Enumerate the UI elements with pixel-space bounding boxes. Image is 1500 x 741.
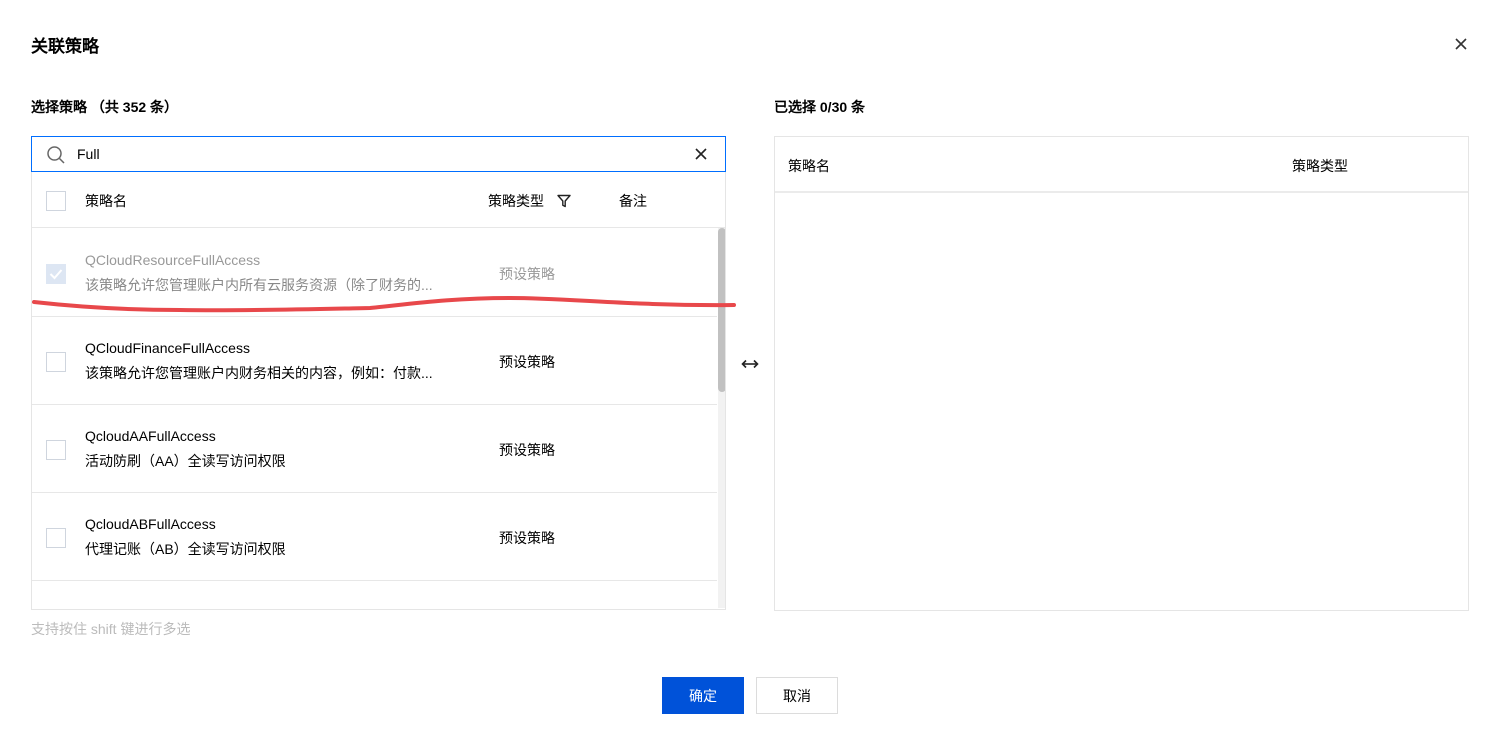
selected-table-header: 策略名 策略类型 bbox=[775, 137, 1468, 193]
swap-arrows-icon bbox=[740, 357, 760, 371]
selected-panel: 策略名 策略类型 bbox=[774, 136, 1469, 611]
policy-type: 预设策略 bbox=[499, 266, 555, 282]
policy-type: 预设策略 bbox=[499, 442, 555, 458]
policy-type: 预设策略 bbox=[499, 354, 555, 370]
search-icon bbox=[46, 145, 66, 165]
table-row[interactable]: QCloudFinanceFullAccess 该策略允许您管理账户内财务相关的… bbox=[32, 317, 717, 405]
clear-search-icon[interactable] bbox=[692, 145, 710, 163]
table-row: QCloudResourceFullAccess 该策略允许您管理账户内所有云服… bbox=[32, 229, 717, 317]
cancel-button[interactable]: 取消 bbox=[756, 677, 838, 714]
column-header-name: 策略名 bbox=[85, 193, 127, 209]
column-header-remark: 备注 bbox=[619, 193, 647, 209]
policy-name: QCloudResourceFullAccess bbox=[85, 252, 261, 268]
table-row[interactable]: QcloudABFullAccess 代理记账（AB）全读写访问权限 预设策略 bbox=[32, 493, 717, 581]
close-icon[interactable] bbox=[1450, 33, 1472, 55]
policy-name: QCloudFinanceFullAccess bbox=[85, 340, 250, 356]
right-panel-title: 已选择 0/30 条 bbox=[774, 99, 866, 115]
policy-type: 预设策略 bbox=[499, 530, 555, 546]
table-header: 策略名 策略类型 备注 bbox=[32, 172, 725, 228]
policy-name: QcloudAAFullAccess bbox=[85, 428, 216, 444]
multi-select-hint: 支持按住 shift 键进行多选 bbox=[31, 621, 191, 637]
scrollbar-thumb[interactable] bbox=[718, 228, 725, 392]
policy-description: 代理记账（AB）全读写访问权限 bbox=[85, 541, 286, 557]
row-checkbox[interactable] bbox=[46, 352, 66, 372]
row-checkbox[interactable] bbox=[46, 528, 66, 548]
selected-column-name: 策略名 bbox=[788, 158, 830, 174]
left-panel-title: 选择策略 （共 352 条） bbox=[31, 99, 179, 115]
row-checkbox bbox=[46, 264, 66, 284]
policy-list-panel: 策略名 策略类型 备注 QCloudResourceFullAccess 该策略… bbox=[31, 172, 726, 610]
column-header-type: 策略类型 bbox=[488, 193, 544, 209]
policy-description: 该策略允许您管理账户内所有云服务资源（除了财务的... bbox=[85, 277, 433, 293]
selected-column-type: 策略类型 bbox=[1292, 158, 1348, 174]
confirm-button[interactable]: 确定 bbox=[662, 677, 744, 714]
dialog-title: 关联策略 bbox=[31, 37, 99, 56]
policy-description: 活动防刷（AA）全读写访问权限 bbox=[85, 453, 286, 469]
search-box bbox=[31, 136, 726, 172]
search-input[interactable] bbox=[77, 143, 677, 165]
select-all-checkbox[interactable] bbox=[46, 191, 66, 211]
table-row[interactable]: QcloudAAFullAccess 活动防刷（AA）全读写访问权限 预设策略 bbox=[32, 405, 717, 493]
policy-description: 该策略允许您管理账户内财务相关的内容，例如：付款... bbox=[85, 365, 433, 381]
policy-name: QcloudABFullAccess bbox=[85, 516, 216, 532]
row-checkbox[interactable] bbox=[46, 440, 66, 460]
filter-icon[interactable] bbox=[557, 194, 571, 208]
